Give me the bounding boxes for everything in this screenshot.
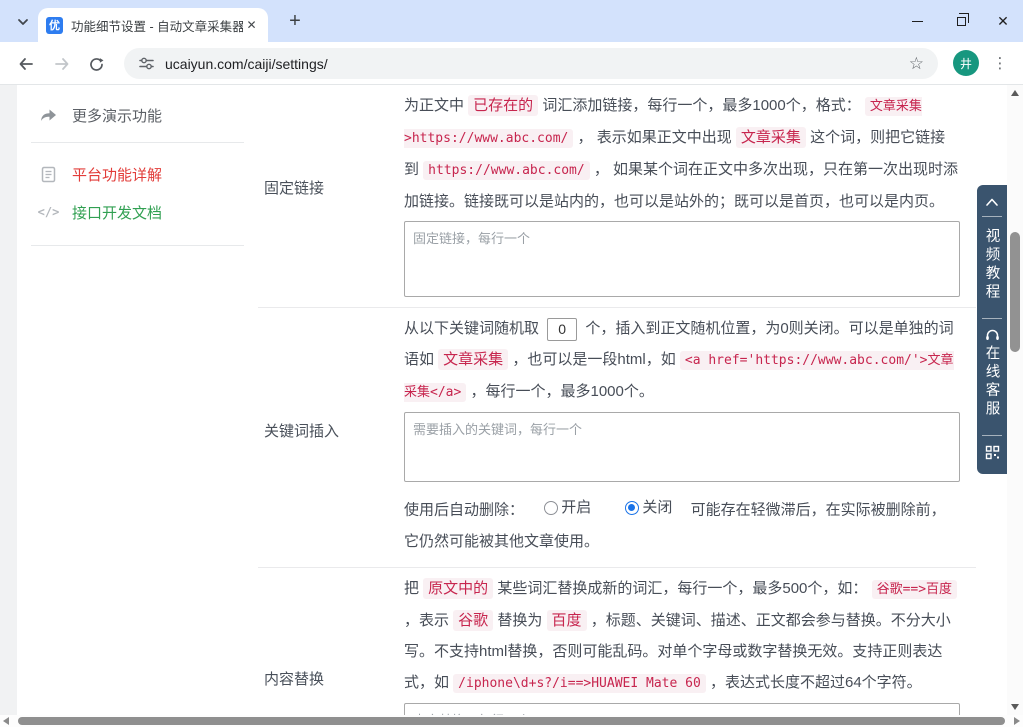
- bookmark-star-icon[interactable]: ☆: [909, 55, 924, 72]
- reload-button[interactable]: [82, 50, 110, 78]
- tab-title: 功能细节设置 - 自动文章采集器: [71, 19, 243, 34]
- text-run: ，表达式长度不超过64个字符。: [705, 673, 922, 691]
- window-close-button[interactable]: ✕: [983, 0, 1023, 42]
- code-snippet: /iphone\d+s?/i==>HUAWEI Mate 60: [453, 673, 706, 693]
- radio-option-off[interactable]: 关闭: [625, 492, 672, 523]
- back-arrow-icon: [19, 58, 33, 70]
- scroll-right-arrow-icon[interactable]: [1014, 717, 1020, 725]
- browser-toolbar: ucaiyun.com/caiji/settings/ ☆ 井 ⋮: [0, 42, 1023, 85]
- scroll-down-arrow-icon[interactable]: [1011, 704, 1019, 710]
- tab-search-chevron-icon[interactable]: [10, 9, 36, 35]
- field-label-content-replace: 内容替换: [264, 670, 325, 688]
- radio-option-on[interactable]: 开启: [544, 492, 591, 523]
- sidebar-divider: [31, 245, 244, 246]
- radio-option-on-label: 开启: [561, 499, 592, 516]
- tab-close-icon[interactable]: ✕: [243, 17, 260, 34]
- forward-arrow-icon: [55, 58, 69, 70]
- panel-divider: [982, 435, 1002, 436]
- scroll-left-arrow-icon[interactable]: [3, 717, 9, 725]
- text-run: 词汇添加链接，每行一个，最多1000个，格式：: [538, 97, 865, 114]
- browser-menu-icon[interactable]: ⋮: [987, 50, 1013, 76]
- radio-checked-icon[interactable]: [625, 500, 640, 515]
- text-run: 把: [404, 579, 424, 597]
- profile-avatar[interactable]: 井: [953, 50, 979, 76]
- sidebar-divider: [31, 142, 244, 143]
- form-section-keyword-insert: 关键词插入 从以下关键词随机取 个，插入到正文随机位置，为0则关闭。可以是单独的…: [258, 308, 976, 568]
- qr-code-icon[interactable]: [985, 445, 1000, 460]
- sidebar: 更多演示功能 平台功能详解 </> 接口开发文档: [17, 85, 258, 715]
- sidebar-item-label: 平台功能详解: [72, 166, 163, 184]
- highlighted-term: 百度: [546, 609, 587, 631]
- site-info-icon[interactable]: [138, 55, 155, 72]
- restore-icon: [956, 13, 969, 26]
- code-icon: </>: [37, 205, 60, 219]
- highlighted-term: 谷歌: [453, 609, 494, 631]
- sidebar-item-label: 接口开发文档: [72, 204, 163, 222]
- radio-option-off-label: 关闭: [642, 499, 673, 516]
- keyword-insert-description: 从以下关键词随机取 个，插入到正文随机位置，为0则关闭。可以是单独的词语如 文章…: [404, 313, 960, 408]
- text-run: ，每行一个，最多1000个。: [466, 383, 654, 400]
- text-run: 从以下关键词随机取: [404, 320, 544, 337]
- browser-tab-active[interactable]: 优 功能细节设置 - 自动文章采集器 ✕: [38, 8, 268, 42]
- settings-form: 固定链接 为正文中 已存在的 词汇添加链接，每行一个，最多1000个，格式： 文…: [258, 85, 976, 715]
- fixed-links-textarea[interactable]: [404, 221, 960, 297]
- field-label-fixed-links: 固定链接: [264, 180, 325, 197]
- text-run: ，也可以是一段html，如: [508, 351, 680, 368]
- auto-delete-row: 使用后自动删除： 开启 关闭 可能存在轻微滞后，在实际被删除前，它仍然可能被其他…: [404, 492, 960, 557]
- code-snippet: https://www.abc.com/: [423, 161, 590, 180]
- share-arrow-icon: [39, 107, 58, 123]
- chevron-up-icon[interactable]: [985, 197, 999, 207]
- document-icon: [39, 166, 58, 183]
- highlighted-term: 文章采集: [438, 349, 509, 370]
- minimize-icon: [911, 20, 923, 22]
- window-restore-button[interactable]: [941, 0, 981, 42]
- content-replace-textarea[interactable]: [404, 702, 960, 715]
- new-tab-button[interactable]: +: [283, 9, 307, 33]
- fixed-links-description: 为正文中 已存在的 词汇添加链接，每行一个，最多1000个，格式： 文章采集>h…: [404, 90, 960, 217]
- page-viewport: 更多演示功能 平台功能详解 </> 接口开发文档 固定链接 为正文中 已存在的 …: [0, 85, 1007, 715]
- panel-divider: [982, 318, 1002, 319]
- vertical-scrollbar[interactable]: [1007, 85, 1023, 715]
- form-section-fixed-links: 固定链接 为正文中 已存在的 词汇添加链接，每行一个，最多1000个，格式： 文…: [258, 85, 976, 308]
- highlighted-term: 文章采集: [735, 127, 806, 148]
- url-text[interactable]: ucaiyun.com/caiji/settings/: [165, 56, 328, 72]
- panel-item-online-service[interactable]: 在线客服: [982, 345, 1003, 419]
- sidebar-item-more-demos[interactable]: 更多演示功能: [17, 98, 258, 132]
- text-run: ， 表示如果正文中出现: [573, 129, 736, 146]
- headset-icon[interactable]: [985, 328, 1000, 341]
- text-run: 为正文中: [404, 97, 469, 114]
- panel-item-video-tutorial[interactable]: 视频教程: [982, 228, 1003, 302]
- auto-delete-prefix: 使用后自动删除：: [404, 501, 525, 519]
- content-replace-description: 把 原文中的 某些词汇替换成新的词汇，每行一个，最多500个，如： 谷歌==>百…: [404, 573, 960, 699]
- sidebar-item-api-docs[interactable]: </> 接口开发文档: [17, 195, 258, 229]
- sidebar-item-platform-features[interactable]: 平台功能详解: [17, 157, 258, 191]
- sidebar-item-label: 更多演示功能: [72, 107, 163, 125]
- highlighted-term: 原文中的: [423, 577, 494, 599]
- browser-titlebar: 优 功能细节设置 - 自动文章采集器 ✕ + ✕: [0, 0, 1023, 42]
- back-button[interactable]: [12, 50, 40, 78]
- scroll-up-arrow-icon[interactable]: [1011, 90, 1019, 96]
- text-run: 替换为: [493, 611, 547, 629]
- code-snippet: 谷歌==>百度: [871, 579, 958, 599]
- text-run: 某些词汇替换成新的词汇，每行一个，最多500个，如：: [493, 579, 872, 597]
- panel-divider: [982, 216, 1002, 217]
- inline-count-input[interactable]: [547, 317, 578, 341]
- highlighted-term: 已存在的: [468, 95, 539, 116]
- reload-icon: [89, 57, 103, 71]
- keyword-insert-textarea[interactable]: [404, 412, 960, 482]
- form-section-content-replace: 内容替换 把 原文中的 某些词汇替换成新的词汇，每行一个，最多500个，如： 谷…: [258, 568, 976, 715]
- tab-favicon: 优: [46, 16, 63, 34]
- address-bar[interactable]: ucaiyun.com/caiji/settings/ ☆: [124, 48, 938, 79]
- close-icon: ✕: [997, 13, 1009, 29]
- horizontal-scrollbar-thumb[interactable]: [18, 717, 1005, 725]
- page-background-strip: [0, 85, 17, 715]
- field-label-keyword-insert: 关键词插入: [264, 423, 340, 440]
- window-minimize-button[interactable]: [897, 0, 937, 42]
- horizontal-scrollbar[interactable]: [0, 715, 1023, 727]
- floating-side-panel: 视频教程 在线客服: [977, 185, 1007, 474]
- forward-button[interactable]: [48, 50, 76, 78]
- text-run: ，表示: [404, 611, 454, 629]
- vertical-scrollbar-thumb[interactable]: [1010, 232, 1020, 352]
- radio-unchecked-icon[interactable]: [544, 500, 559, 515]
